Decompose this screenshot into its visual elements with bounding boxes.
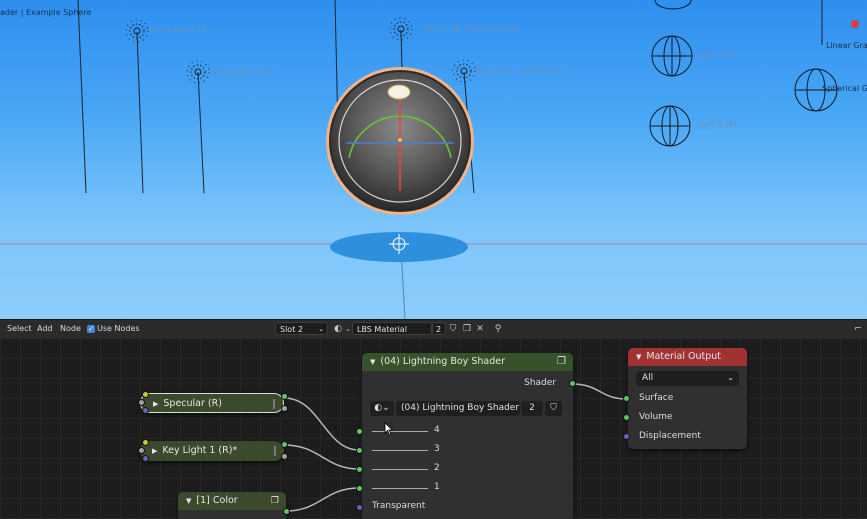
material-name-field[interactable]: LBS Material: [352, 322, 432, 335]
viewport-scene: [0, 0, 867, 319]
socket-shader-out[interactable]: [281, 393, 288, 400]
volume-label: Volume: [639, 412, 673, 422]
color-node-header[interactable]: ▼ [1] Color ❐: [178, 492, 286, 510]
use-nodes-toggle[interactable]: ✓ Use Nodes: [87, 320, 140, 338]
fake-user-shield-icon[interactable]: ⛉: [447, 323, 459, 335]
light-label: Rim Light 7 (G): [149, 25, 210, 34]
key-light-node[interactable]: ▶ Key Light 1 (R)*: [140, 441, 284, 461]
socket-input-4[interactable]: [356, 428, 363, 435]
socket-input-3[interactable]: [356, 447, 363, 454]
socket-surface[interactable]: [623, 395, 630, 402]
target-dropdown[interactable]: All ⌄: [636, 371, 739, 386]
collapse-triangle-icon[interactable]: ▼: [370, 358, 375, 366]
input-label-1: 1: [434, 482, 440, 492]
node-editor-header: Select Add Node ✓ Use Nodes Slot 2 ⌄ ◐ ⌄ …: [0, 319, 867, 338]
input-value-line: [372, 431, 428, 432]
socket-displacement[interactable]: [623, 433, 630, 440]
light-label: Light 2 (B) (Background): [421, 24, 520, 33]
node-editor-canvas[interactable]: ▶ Specular (R) ▶ Key Light 1 (R)* ▼ [1] Col…: [0, 338, 867, 519]
close-icon[interactable]: ✕: [474, 323, 486, 335]
drag-handle[interactable]: [273, 399, 275, 409]
material-output-node[interactable]: ▼ Material Output All ⌄ Surface Volume Di…: [628, 348, 747, 449]
input-label-3: 3: [434, 444, 440, 454]
socket-vector[interactable]: [142, 455, 149, 462]
shader-node-header[interactable]: ▼ (04) Lightning Boy Shader ❐: [362, 353, 573, 371]
socket-value-out[interactable]: [281, 405, 288, 412]
material-output-header[interactable]: ▼ Material Output: [628, 348, 747, 366]
socket-vector[interactable]: [142, 407, 149, 414]
input-label-2: 2: [434, 463, 440, 473]
duplicate-icon[interactable]: ❐: [461, 323, 473, 335]
socket-input-1[interactable]: [356, 485, 363, 492]
checkbox-icon[interactable]: ✓: [87, 324, 95, 333]
specular-node[interactable]: ▶ Specular (R): [140, 393, 284, 413]
menu-add[interactable]: Add: [37, 320, 53, 338]
node-group-icon[interactable]: ❐: [271, 492, 279, 510]
lightning-boy-shader-node[interactable]: ▼ (04) Lightning Boy Shader ❐ Shader ◐⌄ (…: [362, 353, 573, 519]
fake-user-shield-icon[interactable]: ⛉: [545, 401, 562, 416]
color-node[interactable]: ▼ [1] Color ❐: [178, 492, 286, 519]
input-label-transparent: Transparent: [372, 501, 426, 511]
light-label: Key Light 3 (B) (Extra): [475, 66, 564, 75]
sidebar-toggle-icon[interactable]: ⌐: [852, 323, 864, 335]
input-value-line: [372, 469, 428, 470]
pin-icon[interactable]: ⚲: [492, 323, 504, 335]
chevron-down-icon: ⌄: [727, 373, 734, 382]
color-node-title: [1] Color: [196, 495, 238, 506]
input-value-line: [372, 450, 428, 451]
socket-color[interactable]: [142, 439, 149, 446]
3d-viewport[interactable]: ader | Example Sphere Rim Light 7 (G) Ri…: [0, 0, 867, 319]
key-light-node-label: Key Light 1 (R)*: [162, 445, 238, 456]
socket-color[interactable]: [142, 391, 149, 398]
socket-value-out[interactable]: [281, 453, 288, 460]
socket-shader-out[interactable]: [283, 508, 290, 515]
node-group-users[interactable]: 2: [521, 401, 543, 416]
input-label-4: 4: [434, 425, 440, 435]
shader-output-label: Shader: [524, 378, 556, 388]
mouse-cursor-icon: [384, 422, 394, 436]
socket-input-2[interactable]: [356, 466, 363, 473]
expand-triangle-icon[interactable]: ▶: [153, 400, 158, 408]
surface-label: Surface: [639, 393, 674, 403]
light-label: Spherical Gra: [822, 84, 867, 93]
red-dot: [851, 20, 859, 28]
socket-volume[interactable]: [623, 414, 630, 421]
node-group-selector[interactable]: ◐⌄ (04) Lightning Boy Shader 2 ⛉: [370, 401, 562, 416]
shader-node-title: (04) Lightning Boy Shader: [380, 356, 505, 367]
drag-handle[interactable]: [274, 446, 276, 456]
socket-value[interactable]: [138, 399, 145, 406]
light-label: Light 3 (B): [695, 120, 737, 129]
node-group-name-field[interactable]: (04) Lightning Boy Shader: [396, 401, 520, 416]
node-tree-icon[interactable]: ◐⌄: [370, 401, 394, 416]
light-label: Rim Light 1 (B): [213, 68, 273, 77]
socket-shader-output[interactable]: [569, 380, 576, 387]
material-output-title: Material Output: [646, 351, 722, 362]
socket-value[interactable]: [138, 447, 145, 454]
light-label: Linear Gradi: [826, 41, 867, 50]
socket-input-transparent[interactable]: [356, 504, 363, 511]
collapse-triangle-icon[interactable]: ▼: [186, 497, 191, 505]
menu-select[interactable]: Select: [7, 320, 32, 338]
socket-shader-out[interactable]: [281, 441, 288, 448]
light-label: Light 2 (B): [697, 50, 739, 59]
use-nodes-label: Use Nodes: [97, 324, 140, 333]
slot-value: Slot 2: [280, 325, 303, 334]
displacement-label: Displacement: [639, 431, 701, 441]
viewport-title: ader | Example Sphere: [0, 8, 92, 17]
slot-dropdown[interactable]: Slot 2 ⌄: [275, 322, 328, 335]
collapse-triangle-icon[interactable]: ▼: [636, 353, 641, 361]
specular-node-label: Specular (R): [163, 398, 222, 409]
input-value-line: [372, 488, 428, 489]
menu-node[interactable]: Node: [60, 320, 81, 338]
users-count[interactable]: 2: [432, 322, 446, 335]
node-group-icon[interactable]: ❐: [557, 353, 566, 371]
target-value: All: [642, 373, 654, 383]
chevron-down-icon: ⌄: [318, 325, 324, 333]
expand-triangle-icon[interactable]: ▶: [152, 447, 157, 455]
